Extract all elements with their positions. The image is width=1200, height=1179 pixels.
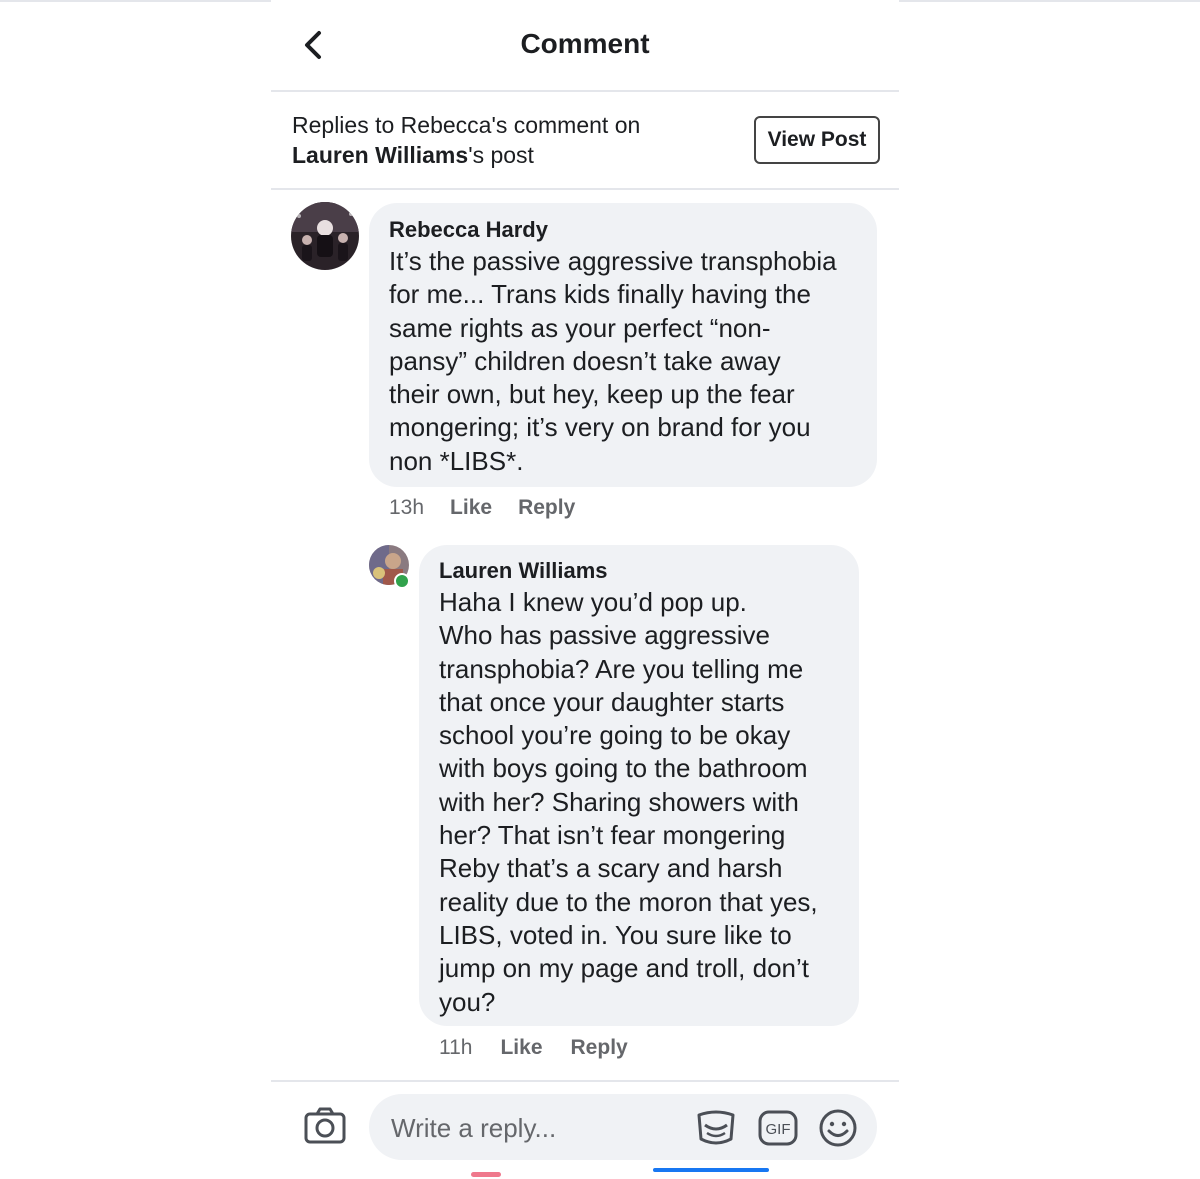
gif-button[interactable]: GIF xyxy=(757,1107,799,1149)
comment-screen: Comment Replies to Rebecca's comment on … xyxy=(271,0,899,1179)
like-button[interactable]: Like xyxy=(450,496,492,520)
post-owner-name[interactable]: Lauren Williams xyxy=(292,142,468,168)
comment-text: Haha I knew you’d pop up. Who has passiv… xyxy=(439,587,818,1017)
comment-time: 13h xyxy=(389,496,425,519)
comment-actions: 13h Like Reply xyxy=(389,496,575,520)
gif-icon: GIF xyxy=(758,1110,798,1146)
comment-text: It’s the passive aggressive transphobia … xyxy=(389,246,837,476)
comment-author[interactable]: Lauren Williams xyxy=(439,558,608,584)
emoji-icon xyxy=(819,1109,857,1147)
post-suffix: 's post xyxy=(468,142,534,168)
view-post-button[interactable]: View Post xyxy=(754,116,880,164)
gif-label: GIF xyxy=(766,1121,791,1138)
reply-composer: GIF xyxy=(271,1080,899,1179)
context-line-1: Replies to Rebecca's comment on xyxy=(292,112,641,138)
partial-element xyxy=(471,1172,501,1177)
avatar[interactable] xyxy=(291,202,359,270)
scroll-indicator xyxy=(653,1168,769,1172)
context-description: Replies to Rebecca's comment on Lauren W… xyxy=(292,110,640,170)
reply-button[interactable]: Reply xyxy=(518,496,575,520)
header-bar: Comment xyxy=(271,0,899,92)
comment-time: 11h xyxy=(439,1036,473,1059)
comment-actions: 11h Like Reply xyxy=(439,1036,628,1060)
avatar-photo-icon xyxy=(291,202,359,270)
reply-input[interactable] xyxy=(389,1094,683,1162)
reply-box[interactable]: GIF xyxy=(369,1094,877,1162)
replies-context-bar: Replies to Rebecca's comment on Lauren W… xyxy=(271,92,899,190)
reply-button[interactable]: Reply xyxy=(571,1036,628,1060)
camera-button[interactable] xyxy=(303,1106,347,1146)
page-title: Comment xyxy=(520,28,650,59)
context-line-2: Lauren Williams's post xyxy=(292,140,640,170)
online-status-indicator xyxy=(394,573,410,589)
camera-icon xyxy=(304,1107,346,1144)
sticker-icon xyxy=(697,1110,735,1145)
emoji-button[interactable] xyxy=(817,1107,859,1149)
like-button[interactable]: Like xyxy=(500,1036,542,1060)
comment-author[interactable]: Rebecca Hardy xyxy=(389,217,548,243)
sticker-button[interactable] xyxy=(695,1107,737,1149)
